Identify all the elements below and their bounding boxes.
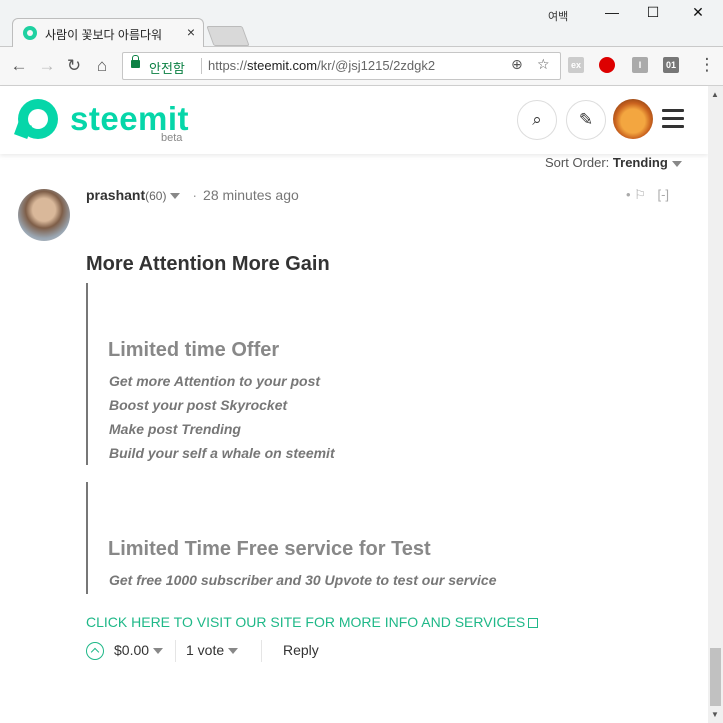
sort-value[interactable]: Trending (613, 155, 668, 170)
submit-story-button[interactable]: ✎ (566, 100, 606, 140)
payout-amount: $0.00 (114, 642, 150, 658)
site-logo-beta: beta (161, 132, 183, 144)
pencil-icon: ✎ (578, 110, 594, 129)
back-arrow-icon[interactable]: ← (9, 56, 29, 76)
free-service-heading: Limited Time Free service for Test (108, 538, 431, 560)
hamburger-menu-icon[interactable] (662, 109, 684, 129)
extension-01-icon[interactable]: 01 (663, 57, 679, 73)
sort-label: Sort Order: (545, 155, 610, 170)
url-scheme: https:// (208, 58, 248, 73)
votes-dropdown[interactable]: 1 vote (186, 642, 239, 658)
address-bar[interactable]: 안전함 https://steemit.com/kr/@jsj1215/2zdg… (122, 52, 561, 80)
window-user-label: 여백 (548, 11, 569, 23)
url-path: /kr/@jsj1215/2zdgk2 (317, 58, 436, 73)
scroll-up-icon[interactable]: ▲ (711, 90, 719, 99)
lock-icon (131, 55, 140, 68)
chevron-down-icon (671, 160, 682, 167)
url-host: steemit.com (247, 58, 318, 73)
omnibox-separator (201, 58, 202, 74)
comment-actions: • ⚐ [-] (626, 187, 669, 203)
home-icon[interactable]: ⌂ (92, 56, 112, 76)
author-reputation: (60) (145, 189, 167, 203)
scrollbar-thumb[interactable] (710, 648, 721, 706)
dot-separator: • (626, 187, 631, 202)
blockquote-free-service: Limited Time Free service for Test Get f… (86, 482, 588, 594)
collapse-button[interactable]: [-] (657, 187, 669, 202)
offer-line: Boost your post Skyrocket (109, 397, 288, 413)
forward-arrow-icon[interactable]: → (37, 56, 57, 76)
user-avatar[interactable] (613, 99, 653, 139)
secure-label: 안전함 (149, 61, 185, 76)
url-text[interactable]: https://steemit.com/kr/@jsj1215/2zdgk2 (208, 58, 435, 73)
maximize-button[interactable]: ☐ (643, 4, 663, 21)
external-link-icon (528, 618, 539, 628)
reload-icon[interactable]: ↻ (64, 56, 84, 76)
payout-value[interactable]: $0.00 (114, 642, 164, 658)
search-button[interactable]: ⌕ (517, 100, 557, 140)
votes-chevron-icon (228, 648, 239, 655)
minimize-button[interactable]: — (602, 4, 622, 20)
offer-line: Get more Attention to your post (109, 373, 321, 389)
close-window-button[interactable]: ✕ (688, 4, 708, 21)
browser-toolbar: ← → ↻ ⌂ 안전함 https://steemit.com/kr/@jsj1… (0, 47, 723, 86)
browser-titlebar: 사람이 꽃보다 아름다워 × 여백 — ☐ ✕ (0, 0, 723, 47)
reply-button[interactable]: Reply (283, 642, 319, 658)
comment-author-line: prashant(60) · 28 minutes ago (86, 187, 299, 203)
votes-count: 1 vote (186, 642, 225, 658)
external-link[interactable]: CLICK HERE TO VISIT OUR SITE FOR MORE IN… (86, 614, 539, 630)
offer-line: Build your self a whale on steemit (109, 445, 335, 461)
external-link-text[interactable]: CLICK HERE TO VISIT OUR SITE FOR MORE IN… (86, 614, 525, 630)
bookmark-star-icon[interactable]: ☆ (537, 56, 550, 73)
comment-heading: More Attention More Gain (86, 253, 330, 275)
extension-i-icon[interactable]: I (632, 57, 648, 73)
flag-icon[interactable]: ⚐ (634, 187, 646, 202)
search-icon: ⌕ (532, 110, 542, 129)
comment-author-avatar[interactable] (18, 189, 70, 241)
extension-ex-icon[interactable]: ex (568, 57, 584, 73)
author-separator: · (192, 187, 198, 203)
sort-order[interactable]: Sort Order: Trending (545, 155, 682, 170)
browser-tab[interactable]: 사람이 꽃보다 아름다워 × (12, 18, 204, 47)
upvote-icon[interactable] (86, 642, 104, 660)
page-scrollbar[interactable]: ▲ ▼ (708, 86, 723, 723)
offer-line: Make post Trending (109, 421, 241, 437)
footer-divider (175, 640, 176, 662)
new-tab-button[interactable] (206, 26, 250, 46)
author-menu-chevron-icon[interactable] (170, 193, 181, 200)
steemit-favicon-icon (23, 26, 37, 40)
payout-chevron-icon (153, 648, 164, 655)
scroll-down-icon[interactable]: ▼ (711, 710, 719, 719)
extension-creative-cloud-icon[interactable] (599, 57, 615, 73)
zoom-icon[interactable]: ⊕ (511, 56, 523, 73)
footer-divider (261, 640, 262, 662)
blockquote-offer: Limited time Offer Get more Attention to… (86, 283, 588, 465)
author-name[interactable]: prashant (86, 187, 145, 203)
site-header: steemit beta ⌕ ✎ (0, 86, 708, 154)
offer-heading: Limited time Offer (108, 339, 280, 361)
steemit-logo-icon[interactable] (18, 99, 58, 139)
comment-timestamp[interactable]: 28 minutes ago (203, 187, 299, 203)
free-service-line: Get free 1000 subscriber and 30 Upvote t… (109, 572, 497, 588)
browser-menu-icon[interactable]: ⋮ (697, 55, 717, 75)
tab-title: 사람이 꽃보다 아름다워 (45, 28, 163, 42)
tab-close-icon[interactable]: × (187, 24, 195, 40)
